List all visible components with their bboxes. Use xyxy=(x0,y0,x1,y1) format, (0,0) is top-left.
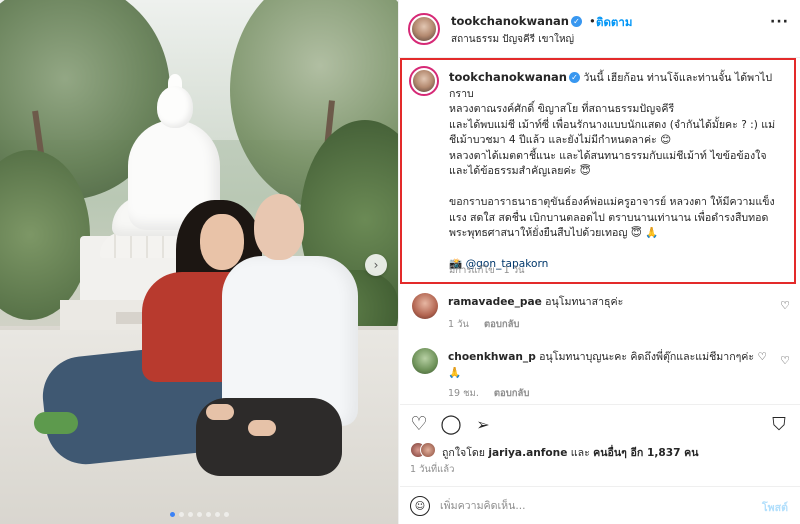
reply-button[interactable]: ตอบกลับ xyxy=(484,319,520,330)
caption-meta: มีการแก้ไข · 1 วัน xyxy=(449,265,525,276)
carousel-next-button[interactable]: › xyxy=(365,254,387,276)
comment-text-block: choenkhwan_p อนุโมทนาบุญนะคะ คิดถึงพี่ตุ… xyxy=(448,350,768,381)
caption-line: พระพุทธศาสนาให้ยั่งยืนสืบไปด้วยเทอญ 😇 🙏 xyxy=(449,227,659,239)
caption-avatar[interactable] xyxy=(409,66,439,96)
follow-button[interactable]: ติดตาม xyxy=(596,14,632,32)
commenter-username[interactable]: ramavadee_pae xyxy=(448,296,542,308)
caption-line: ขอกราบอาราธนาธาตุขันธ์องค์พ่อแม่ครูอาจาร… xyxy=(449,196,775,208)
comment-text: อนุโมทนาบุญนะคะ คิดถึงพี่ตุ๊กและแม่ชีมาก… xyxy=(539,351,767,363)
woman-face xyxy=(200,214,244,270)
verified-badge-icon: ✓ xyxy=(568,72,580,83)
comment-text-block: ramavadee_pae อนุโมทนาสาธุค่ะ xyxy=(448,295,768,311)
comment-like-icon[interactable]: ♡ xyxy=(780,299,790,312)
add-comment-bar: ☺ โพสต์ xyxy=(400,486,800,524)
comment-icon[interactable]: ◯ xyxy=(440,413,462,435)
reply-button[interactable]: ตอบกลับ xyxy=(494,388,530,399)
buddha-statue-head xyxy=(157,86,193,128)
comment-input[interactable] xyxy=(440,496,740,516)
carousel-dot xyxy=(214,512,220,517)
liker-avatar xyxy=(420,442,436,458)
comment-time: 1 วัน xyxy=(448,319,469,330)
post-header: tookchanokwanan ✓ • ติดตาม สถานธรรม ปัญจค… xyxy=(399,0,800,58)
verified-badge-icon: ✓ xyxy=(570,16,582,27)
post-comment-button[interactable]: โพสต์ xyxy=(762,499,788,516)
carousel-dot xyxy=(187,512,193,517)
carousel-dot xyxy=(178,512,184,517)
username-text[interactable]: tookchanokwanan xyxy=(451,14,569,28)
caption-line: และได้พบแม่ชี เม้าท์ซี่ เพื่อนรักนางแบบน… xyxy=(449,118,776,131)
bookmark-icon[interactable]: ⛉ xyxy=(768,413,790,435)
post-date[interactable]: 1 วันที่แล้ว xyxy=(410,462,454,477)
emoji-icon[interactable]: ☺ xyxy=(410,496,430,516)
header-username[interactable]: tookchanokwanan ✓ • xyxy=(451,14,596,28)
likes-mid: และ xyxy=(570,447,590,459)
comment-text: อนุโมทนาสาธุค่ะ xyxy=(545,296,624,308)
post-photo[interactable]: › xyxy=(0,0,398,524)
caption: tookchanokwanan ✓ วันนี้ เฮียก้อน ท่านโจ้… xyxy=(449,70,789,273)
comment-text-line2: 🙏 xyxy=(448,366,462,379)
likes-prefix: ถูกใจโดย xyxy=(442,447,485,459)
likes-text[interactable]: ถูกใจโดย jariya.anfone และ คนอื่นๆ อีก 1… xyxy=(442,444,698,461)
caption-line: แรง สดใส สดชื่น เบิกบานตลอดไป ตราบนานเท่… xyxy=(449,211,769,224)
comment-meta: 19 ชม. ตอบกลับ xyxy=(448,386,541,401)
more-horizontal-icon[interactable]: ··· xyxy=(770,14,789,30)
commenter-username[interactable]: choenkhwan_p xyxy=(448,351,536,363)
likes-summary[interactable]: ถูกใจโดย jariya.anfone และ คนอื่นๆ อีก 1… xyxy=(400,442,800,460)
caption-line: หลวงตาได้เมตตาชี้แนะ และได้สนทนาธรรมกับแ… xyxy=(449,149,767,162)
post-actions-bar: ♡ ◯ ➢ ⛉ xyxy=(400,404,800,436)
comment-like-icon[interactable]: ♡ xyxy=(780,354,790,367)
nun-head xyxy=(254,194,304,260)
carousel-dot xyxy=(196,512,202,517)
woman-shoe xyxy=(34,412,78,434)
likes-count[interactable]: คนอื่นๆ อีก 1,837 คน xyxy=(593,447,698,459)
caption-line: ชีเม้าบวชมา 4 ปีแล้ว และยังไม่มีกำหนดลาค… xyxy=(449,134,672,146)
commenter-avatar[interactable] xyxy=(412,293,438,319)
carousel-dot xyxy=(169,512,175,517)
carousel-dot xyxy=(205,512,211,517)
liker-username[interactable]: jariya.anfone xyxy=(488,447,567,459)
caption-username[interactable]: tookchanokwanan xyxy=(449,70,567,84)
carousel-dot xyxy=(223,512,229,517)
commenter-avatar[interactable] xyxy=(412,348,438,374)
share-icon[interactable]: ➢ xyxy=(472,413,494,435)
carousel-dots xyxy=(0,512,398,517)
caption-line: หลวงตาณรงค์ศักดิ์ ขิญาสโย ที่สถานธรรมปัญ… xyxy=(449,103,675,115)
hand xyxy=(206,404,234,420)
chevron-right-icon: › xyxy=(373,258,379,272)
instagram-post-viewer: › tookchanokwanan ✓ • ติดตาม สถานธรรม ปัญ… xyxy=(0,0,800,524)
caption-line: tookchanokwanan ✓ วันนี้ เฮียก้อน ท่านโจ้… xyxy=(449,70,789,102)
comment-meta: 1 วัน ตอบกลับ xyxy=(448,317,531,332)
comment-time: 19 ชม. xyxy=(448,388,479,399)
separator: • xyxy=(588,14,596,28)
location-link[interactable]: สถานธรรม ปัญจคีรี เขาใหญ่ xyxy=(451,32,574,47)
caption-line: และได้ข้อธรรมสำคัญเลยค่ะ 😇 xyxy=(449,165,591,177)
heart-icon[interactable]: ♡ xyxy=(408,413,430,435)
avatar[interactable] xyxy=(408,13,440,45)
hand xyxy=(248,420,276,436)
